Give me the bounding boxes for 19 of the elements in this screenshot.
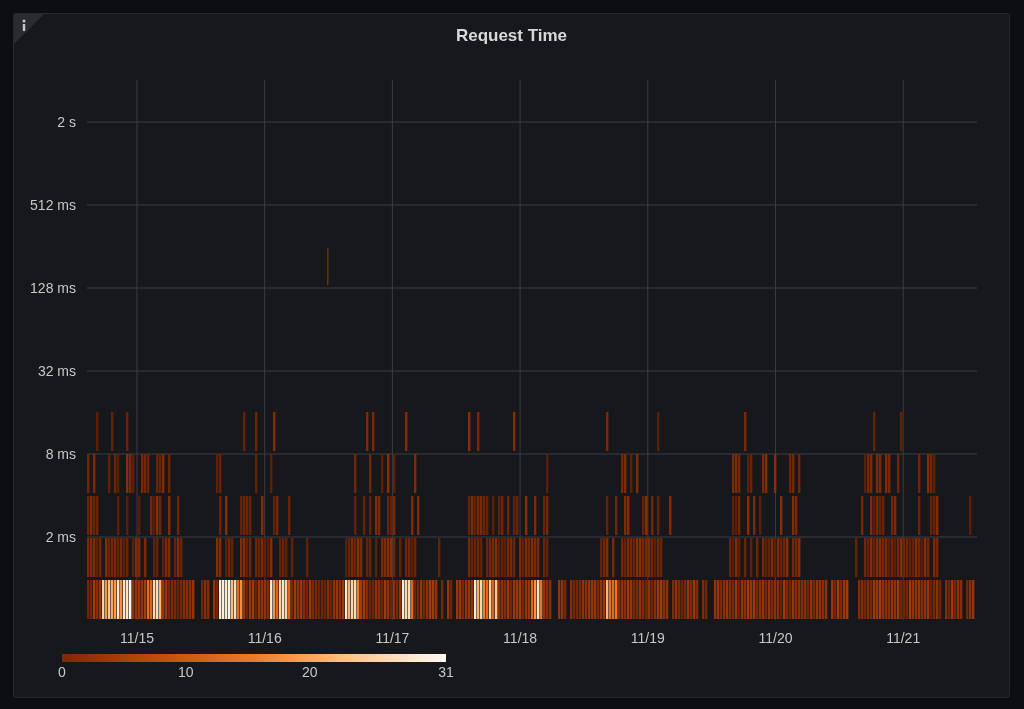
legend-label: 0 bbox=[58, 664, 66, 680]
x-axis-label: 11/21 bbox=[886, 630, 921, 646]
legend-label: 20 bbox=[301, 664, 318, 680]
y-axis-label: 2 s bbox=[57, 114, 76, 130]
x-axis-label: 11/20 bbox=[758, 630, 793, 646]
panel-title: Request Time bbox=[455, 25, 568, 47]
y-axis-label: 128 ms bbox=[30, 280, 76, 296]
legend-label: 31 bbox=[438, 664, 454, 680]
x-axis-label: 11/19 bbox=[630, 630, 665, 646]
y-axis-label: 8 ms bbox=[45, 446, 76, 462]
y-axis-label: 32 ms bbox=[37, 363, 76, 379]
info-icon[interactable] bbox=[14, 14, 44, 44]
y-axis-label: 512 ms bbox=[30, 197, 76, 213]
y-axis-label: 2 ms bbox=[45, 529, 76, 545]
x-axis-label: 11/17 bbox=[375, 630, 410, 646]
x-axis-label: 11/18 bbox=[503, 630, 538, 646]
x-axis-label: 11/16 bbox=[247, 630, 282, 646]
legend-label: 10 bbox=[178, 664, 194, 680]
x-axis-label: 11/15 bbox=[120, 630, 154, 646]
